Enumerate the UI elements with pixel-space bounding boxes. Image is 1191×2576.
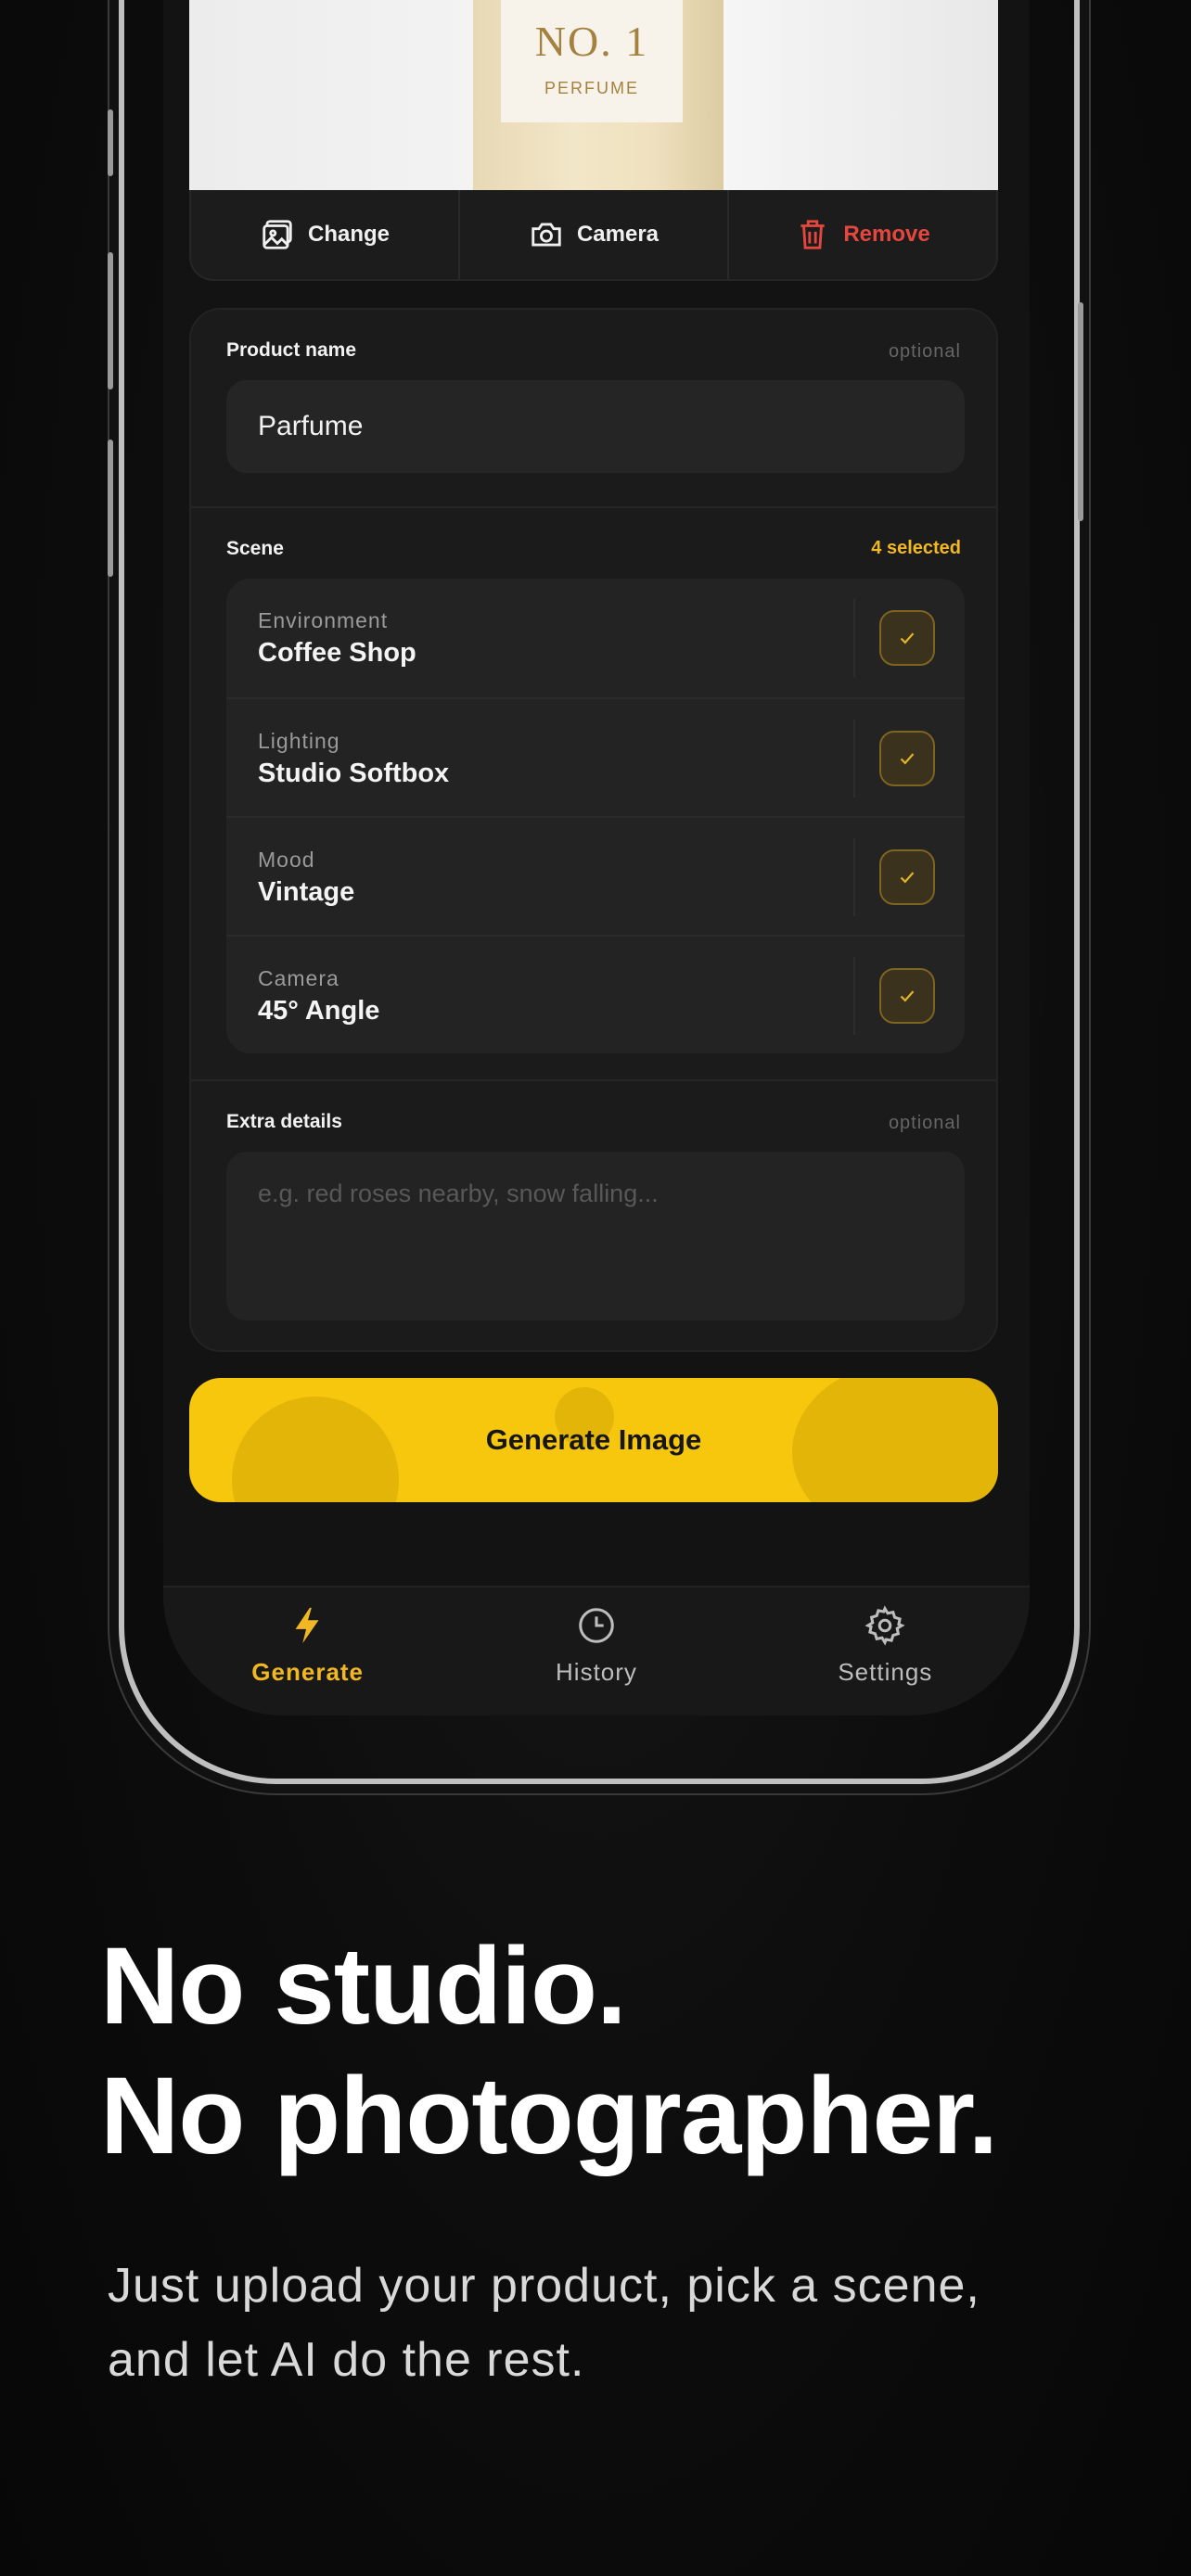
scene-category: Camera [258, 966, 339, 990]
checkbox[interactable] [879, 849, 935, 905]
camera-icon [531, 223, 561, 247]
scene-option-environment[interactable]: Environment Coffee Shop [226, 579, 965, 697]
subheadline-line-2: and let AI do the rest. [108, 2333, 585, 2387]
row-separator [853, 838, 855, 916]
product-name-label: Product name [226, 339, 357, 361]
checkbox[interactable] [879, 968, 935, 1024]
phone-power-button [1078, 302, 1083, 521]
product-name-input[interactable]: Parfume [226, 380, 965, 473]
remove-label: Remove [843, 222, 930, 247]
row-separator [853, 599, 855, 677]
scene-value: 45° Angle [258, 996, 380, 1026]
gear-icon [864, 1605, 905, 1646]
generate-image-button[interactable]: Generate Image [189, 1378, 998, 1502]
scene-option-mood[interactable]: Mood Vintage [226, 816, 965, 935]
checkmark-icon [900, 753, 915, 765]
subheadline: Just upload your product, pick a scene, … [108, 2249, 1146, 2397]
camera-label: Camera [576, 222, 660, 247]
bottom-tab-bar: Generate History Settings [163, 1586, 1030, 1715]
generate-label: Generate Image [485, 1423, 702, 1456]
divider [191, 1079, 996, 1081]
extra-details-label: Extra details [226, 1111, 342, 1132]
clock-icon [579, 1608, 614, 1643]
divider [191, 506, 996, 508]
change-image-button[interactable]: Change [191, 190, 458, 279]
row-separator [853, 720, 855, 797]
headline: No studio. No photographer. [100, 1921, 1139, 2181]
scene-value: Vintage [258, 877, 355, 907]
tab-generate[interactable]: Generate [163, 1588, 452, 1715]
bottle-subtitle: PERFUME [544, 79, 639, 97]
marketing-screen: NO. 1 PERFUME Change Camera Remove Produ… [0, 0, 1191, 2576]
product-name-value: Parfume [258, 411, 364, 441]
checkmark-icon [900, 632, 915, 644]
scene-category: Mood [258, 848, 315, 872]
button-decoration [232, 1396, 399, 1502]
tab-label: Generate [251, 1658, 365, 1686]
button-decoration [792, 1378, 998, 1502]
phone-volume-down-button [108, 440, 113, 577]
extra-details-input[interactable]: e.g. red roses nearby, snow falling... [226, 1152, 965, 1320]
phone-side-button [108, 109, 113, 176]
bolt-icon [295, 1607, 319, 1644]
product-name-optional: optional [888, 341, 961, 362]
headline-line-1: No studio. [100, 1925, 627, 2047]
trash-icon [800, 220, 825, 249]
camera-button[interactable]: Camera [458, 190, 727, 279]
scene-value: Studio Softbox [258, 759, 450, 788]
scene-selected-count: 4 selected [871, 538, 961, 558]
scene-option-lighting[interactable]: Lighting Studio Softbox [226, 697, 965, 816]
subheadline-line-1: Just upload your product, pick a scene, [108, 2259, 980, 2313]
scene-value: Coffee Shop [258, 638, 416, 668]
checkmark-icon [900, 872, 915, 884]
scene-option-camera[interactable]: Camera 45° Angle [226, 935, 965, 1053]
scene-label: Scene [226, 538, 284, 559]
remove-image-button[interactable]: Remove [727, 190, 996, 279]
extra-details-placeholder: e.g. red roses nearby, snow falling... [258, 1180, 659, 1207]
change-label: Change [307, 222, 390, 247]
checkbox[interactable] [879, 731, 935, 786]
tab-settings[interactable]: Settings [741, 1588, 1030, 1715]
image-action-bar: Change Camera Remove [189, 190, 998, 281]
generation-form: Product name optional Parfume Scene 4 se… [189, 308, 998, 1352]
row-separator [853, 957, 855, 1035]
headline-line-2: No photographer. [100, 2055, 998, 2177]
tab-label: Settings [838, 1658, 933, 1686]
gallery-icon [263, 220, 292, 249]
tab-history[interactable]: History [452, 1588, 740, 1715]
product-image: NO. 1 PERFUME [189, 0, 998, 190]
bottle-title: NO. 1 [534, 18, 649, 65]
bottle-label: NO. 1 PERFUME [501, 0, 683, 122]
scene-category: Environment [258, 608, 389, 632]
scene-category: Lighting [258, 729, 340, 753]
scene-list: Environment Coffee Shop Lighting Studio … [226, 579, 965, 1053]
checkmark-icon [900, 990, 915, 1002]
tab-label: History [556, 1658, 637, 1686]
extra-details-optional: optional [888, 1113, 961, 1133]
phone-volume-up-button [108, 252, 113, 389]
checkbox[interactable] [879, 610, 935, 666]
